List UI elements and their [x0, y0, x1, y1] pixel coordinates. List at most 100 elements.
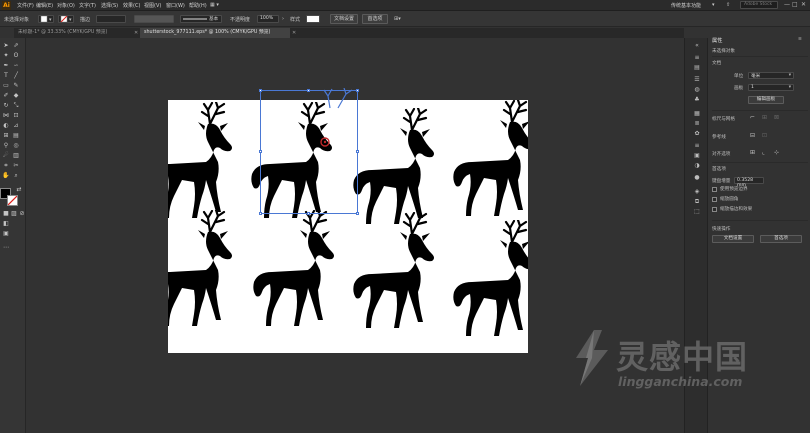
resize-handle[interactable]	[356, 212, 359, 215]
properties-title[interactable]: 属性	[712, 37, 722, 44]
edit-artboards-button[interactable]: 编辑画板	[748, 96, 784, 104]
menu-effect[interactable]: 效果(C)	[123, 2, 140, 9]
scale-tool-icon[interactable]: ⤡	[12, 102, 20, 110]
snap-to-grid-icon[interactable]: ⊞	[750, 149, 755, 156]
gradient-panel-icon[interactable]: ▣	[693, 152, 701, 159]
rectangle-tool-icon[interactable]: ▭	[2, 82, 10, 90]
menu-type[interactable]: 文字(T)	[79, 2, 96, 9]
gradient-mode-icon[interactable]: ▨	[10, 210, 18, 218]
shaper-tool-icon[interactable]: ✐	[2, 92, 10, 100]
direct-selection-tool-icon[interactable]: ⇗	[12, 42, 20, 50]
curvature-tool-icon[interactable]: ∽	[12, 62, 20, 70]
magic-wand-tool-icon[interactable]: ✦	[2, 52, 10, 60]
resize-handle[interactable]	[307, 212, 310, 215]
preferences-button[interactable]: 首选项	[760, 235, 802, 243]
stroke-color-swatch[interactable]	[7, 195, 18, 206]
graphic-style-swatch[interactable]	[306, 15, 320, 23]
eyedropper-tool-icon[interactable]: ⚲	[2, 142, 10, 150]
edit-toolbar-icon[interactable]: ⋯	[2, 244, 10, 252]
menu-file[interactable]: 文件(F)	[17, 2, 34, 9]
brushes-panel-icon[interactable]: ≣	[693, 120, 701, 127]
zoom-tool-icon[interactable]: ⌕	[12, 172, 20, 180]
tab-untitled-1[interactable]: 未标题-1* @ 33.33% (CMYK/GPU 预览)	[14, 28, 136, 38]
scale-corners-checkbox[interactable]	[712, 197, 717, 202]
stroke-panel-icon[interactable]: ≡	[693, 142, 701, 149]
fill-swatch[interactable]: ▾	[38, 15, 54, 23]
brush-definition[interactable]: 基本	[180, 15, 222, 23]
draw-mode-icon[interactable]: ◧	[2, 220, 10, 228]
type-tool-icon[interactable]: T	[2, 72, 10, 80]
rulers-toggle-icon[interactable]: ⌐	[750, 114, 755, 121]
document-setup-button[interactable]: 文档设置	[712, 235, 754, 243]
swatches-panel-icon[interactable]: ▦	[693, 110, 701, 117]
eraser-tool-icon[interactable]: ◆	[12, 92, 20, 100]
gradient-tool-icon[interactable]: ▤	[12, 132, 20, 140]
deer-silhouette[interactable]	[352, 212, 444, 330]
close-window-button[interactable]: ✕	[801, 1, 806, 8]
menu-window[interactable]: 窗口(W)	[166, 2, 185, 9]
layers-stack-icon[interactable]: ◈	[693, 188, 701, 195]
menu-edit[interactable]: 编辑(E)	[36, 2, 53, 9]
lock-guides-icon[interactable]: ⊡	[762, 132, 767, 139]
resize-handle[interactable]	[259, 150, 262, 153]
chevron-right-icon[interactable]: ›	[282, 16, 284, 22]
free-transform-tool-icon[interactable]: ⊡	[12, 112, 20, 120]
share-icon[interactable]: ⇧	[726, 2, 730, 8]
stock-search-input[interactable]: Adobe Stock	[740, 1, 778, 9]
rotate-tool-icon[interactable]: ↻	[2, 102, 10, 110]
stroke-swatch[interactable]: ▾	[58, 15, 74, 23]
symbols-panel-icon[interactable]: ✿	[693, 130, 701, 137]
resize-handle[interactable]	[259, 212, 262, 215]
artboard-tool-icon[interactable]: ⌗	[2, 162, 10, 170]
menu-help[interactable]: 帮助(H)	[189, 2, 207, 9]
panel-menu-icon[interactable]: ≡	[798, 37, 802, 42]
workspace-switcher[interactable]: 传统基本功能	[671, 2, 701, 9]
resize-handle[interactable]	[307, 89, 310, 92]
collapse-panels-icon[interactable]: «	[693, 42, 701, 49]
resize-handle[interactable]	[356, 150, 359, 153]
swap-fill-stroke-icon[interactable]: ⇄	[15, 186, 23, 194]
grid-toggle-icon[interactable]: ⊞	[762, 114, 767, 121]
use-preview-bounds-checkbox[interactable]	[712, 187, 717, 192]
transparency-grid-icon[interactable]: ⊠	[774, 114, 779, 121]
menu-select[interactable]: 选择(S)	[101, 2, 118, 9]
line-tool-icon[interactable]: ╱	[12, 72, 20, 80]
tab-shutterstock[interactable]: shutterstock_977111.eps* @ 100% (CMYK/GP…	[140, 28, 290, 38]
perspective-grid-tool-icon[interactable]: ⊿	[12, 122, 20, 130]
arrange-documents-icon[interactable]: ⊞▾	[394, 16, 401, 22]
transform-panel-icon[interactable]: ♣	[693, 96, 701, 103]
deer-silhouette[interactable]	[452, 220, 528, 338]
symbol-sprayer-tool-icon[interactable]: ☄	[2, 152, 10, 160]
column-graph-tool-icon[interactable]: ▥	[12, 152, 20, 160]
keyboard-increment-field[interactable]: 0.3528 mm	[734, 177, 764, 188]
deer-silhouette[interactable]	[168, 102, 242, 220]
deer-silhouette[interactable]	[452, 100, 528, 218]
selection-tool-icon[interactable]: ➤	[2, 42, 10, 50]
deer-silhouette[interactable]	[352, 108, 444, 226]
scale-strokes-checkbox[interactable]	[712, 207, 717, 212]
variable-width-profile[interactable]	[134, 15, 174, 23]
properties-panel-icon[interactable]: ≡	[693, 54, 701, 61]
snap-to-pixel-icon[interactable]: ⌞	[762, 149, 765, 156]
stroke-weight-field[interactable]	[96, 15, 126, 23]
mesh-tool-icon[interactable]: ⊞	[2, 132, 10, 140]
deer-silhouette[interactable]	[252, 210, 344, 328]
color-panel-icon[interactable]: ◍	[693, 86, 701, 93]
minimize-button[interactable]: —	[784, 1, 790, 8]
units-dropdown[interactable]: 毫米 ▾	[748, 72, 794, 79]
libraries-panel-icon[interactable]: ☰	[693, 76, 701, 83]
bridge-icon[interactable]: ▦ ▾	[210, 2, 219, 8]
resize-handle[interactable]	[259, 89, 262, 92]
width-tool-icon[interactable]: ⋈	[2, 112, 10, 120]
screen-mode-icon[interactable]: ▣	[2, 230, 10, 238]
guides-toggle-icon[interactable]: ⊟	[750, 132, 755, 139]
menu-object[interactable]: 对象(O)	[57, 2, 75, 9]
layers-panel-icon[interactable]: ▤	[693, 64, 701, 71]
paintbrush-tool-icon[interactable]: ✎	[12, 82, 20, 90]
asset-export-icon[interactable]: ⬚	[693, 208, 701, 215]
preferences-button[interactable]: 首选项	[362, 14, 388, 24]
slice-tool-icon[interactable]: ✂	[12, 162, 20, 170]
lasso-tool-icon[interactable]: ʘ	[12, 52, 20, 60]
menu-view[interactable]: 视图(V)	[144, 2, 161, 9]
hand-tool-icon[interactable]: ✋	[2, 172, 10, 180]
